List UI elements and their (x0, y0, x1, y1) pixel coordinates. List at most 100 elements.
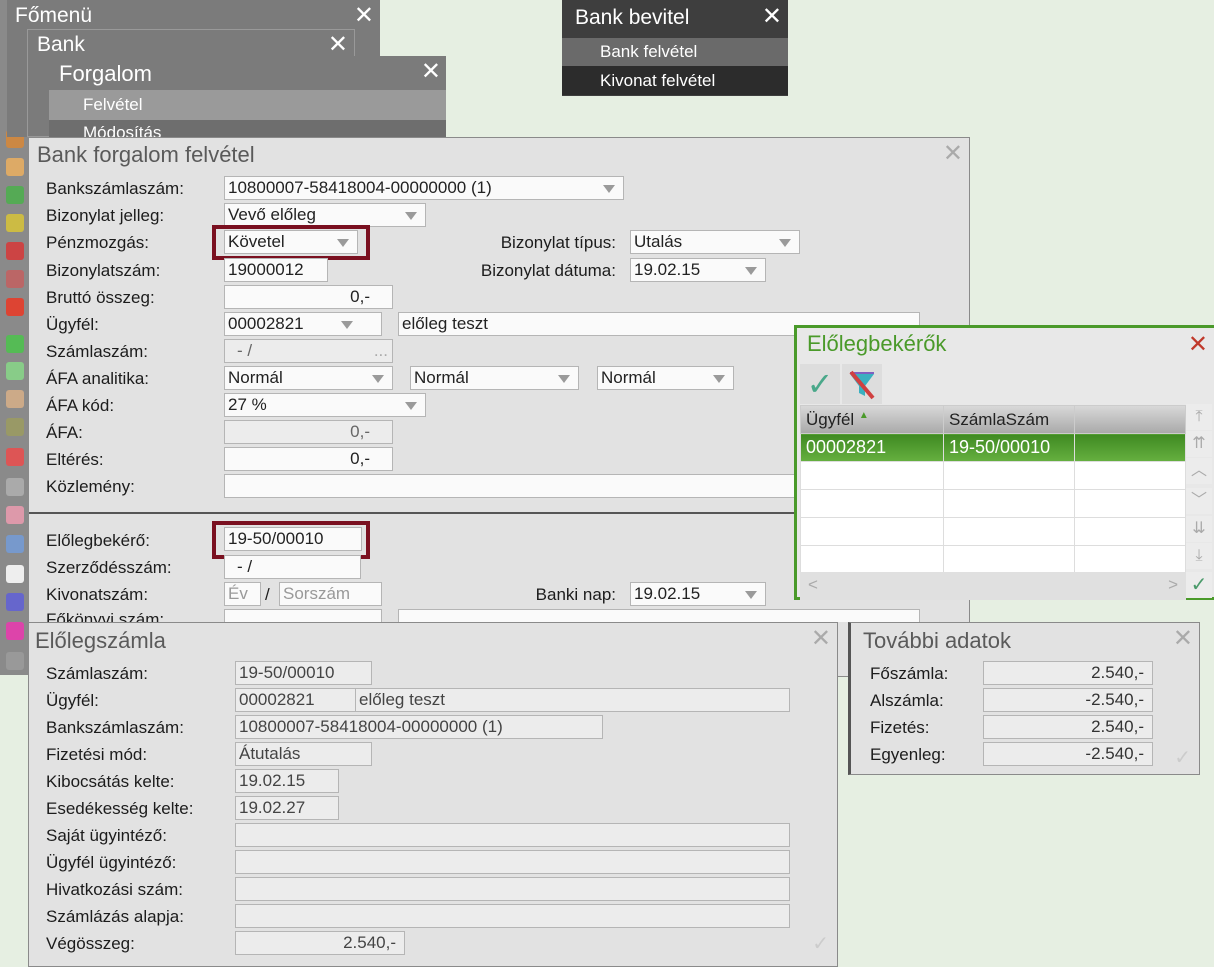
paper-icon[interactable] (6, 565, 24, 583)
register-icon[interactable] (6, 418, 24, 436)
chevron-down-icon (372, 375, 384, 383)
forgalom-title: Forgalom (59, 61, 152, 86)
label-szerzodes: Szerződésszám: (46, 558, 172, 577)
szamlaszam-input[interactable]: - /... (224, 339, 393, 363)
value: Normál (601, 368, 656, 387)
elolegbekero-input[interactable]: 19-50/00010 (224, 527, 362, 551)
gear-icon[interactable] (6, 652, 24, 670)
fokonyv-name-select[interactable] (398, 609, 920, 622)
document-icon[interactable] (6, 270, 24, 288)
header-label: Ügyfél (806, 409, 855, 429)
afa-analitika-select-1[interactable]: Normál (224, 366, 393, 390)
bankszamla-select[interactable]: 10800007-58418004-00000000 (1) (224, 176, 624, 200)
popup-title: Előlegbekérők (807, 331, 947, 356)
horizontal-scrollbar[interactable]: < > (800, 572, 1186, 600)
field-value: 19-50/00010 (235, 661, 372, 685)
field-value: 2.540,- (235, 931, 405, 955)
field-label: Végösszeg: (46, 934, 135, 953)
cube-icon[interactable] (6, 242, 24, 260)
field-value: 2.540,- (983, 661, 1153, 685)
kivonat-sorszam-input[interactable]: Sorszám (279, 582, 382, 606)
banki-nap-select[interactable]: 19.02.15 (630, 582, 766, 606)
table-row[interactable] (800, 517, 1186, 546)
column-empty (1074, 405, 1186, 434)
table-row[interactable] (800, 545, 1186, 574)
confirm-icon[interactable]: ✓ (1186, 572, 1212, 598)
close-icon[interactable]: ✕ (1173, 627, 1193, 651)
close-icon[interactable]: ✕ (762, 5, 782, 29)
tipus-select[interactable]: Utalás (630, 230, 800, 254)
people-icon[interactable] (6, 506, 24, 524)
field-label: Főszámla: (870, 664, 949, 683)
table-row[interactable]: 00002821 19-50/00010 (800, 433, 1186, 462)
page-up-icon[interactable]: ⇈ (1186, 431, 1212, 457)
package-icon[interactable] (6, 622, 24, 640)
kivonat-ev-input[interactable]: Év (224, 582, 261, 606)
menu-item-kivonat-felvetel[interactable]: Kivonat felvétel (562, 66, 788, 95)
scroll-up-icon[interactable]: ︿ (1186, 458, 1212, 484)
close-icon[interactable]: ✕ (943, 142, 963, 166)
more-button[interactable]: ... (374, 340, 388, 362)
scroll-top-icon[interactable]: ⤒ (1186, 404, 1212, 430)
clear-filter-icon[interactable] (842, 364, 882, 404)
table-row[interactable] (800, 489, 1186, 518)
image-icon[interactable] (6, 362, 24, 380)
afa-kod-select[interactable]: 27 % (224, 393, 426, 417)
table-cell (943, 489, 1075, 518)
scroll-bottom-icon[interactable]: ⤓ (1186, 543, 1212, 569)
house-icon[interactable] (6, 448, 24, 466)
elteres-input[interactable]: 0,- (224, 447, 393, 471)
value: 10800007-58418004-00000000 (1) (228, 178, 492, 197)
elolegbekerok-popup: Előlegbekérők ✕ ✓ Ügyfél ▲ SzámlaSzám 00… (794, 325, 1214, 600)
close-icon[interactable]: ✕ (354, 4, 374, 28)
table-cell (1074, 461, 1186, 490)
afa-analitika-select-3[interactable]: Normál (597, 366, 734, 390)
page-down-icon[interactable]: ⇊ (1186, 516, 1212, 542)
warehouse-icon[interactable] (6, 478, 24, 496)
menu-item-felvetel[interactable]: Felvétel (49, 90, 446, 120)
table-row[interactable] (800, 461, 1186, 490)
scroll-down-icon[interactable]: ﹀ (1186, 488, 1212, 514)
box-icon[interactable] (6, 390, 24, 408)
coins-icon[interactable] (6, 214, 24, 232)
value: Vevő előleg (228, 205, 316, 224)
column-szamlaszam[interactable]: SzámlaSzám (943, 405, 1075, 434)
panel-title: Előlegszámla (35, 628, 166, 653)
tools-icon[interactable] (6, 535, 24, 553)
forgalom-window: Forgalom ✕ Felvétel Módosítás (49, 56, 446, 140)
cart-icon[interactable] (6, 158, 24, 176)
chevron-down-icon (745, 591, 757, 599)
datum-select[interactable]: 19.02.15 (630, 258, 766, 282)
table-cell (1074, 517, 1186, 546)
chevron-down-icon (337, 239, 349, 247)
panel-title: További adatok (863, 628, 1011, 653)
table-cell (800, 545, 944, 574)
szerzodes-input[interactable]: - / (224, 555, 361, 579)
table-cell (800, 517, 944, 546)
scroll-right-icon[interactable]: > (1168, 575, 1178, 595)
fokonyv-select[interactable] (224, 609, 382, 622)
bizszam-input[interactable]: 19000012 (224, 258, 328, 282)
menu-item-bank-felvetel[interactable]: Bank felvétel (562, 38, 788, 66)
close-icon[interactable]: ✕ (421, 60, 441, 84)
afa-analitika-select-2[interactable]: Normál (410, 366, 579, 390)
column-ugyfel[interactable]: Ügyfél ▲ (800, 405, 944, 434)
ugyfel-code-select[interactable]: 00002821 (224, 312, 382, 336)
close-icon[interactable]: ✕ (328, 33, 348, 57)
close-icon[interactable]: ✕ (1188, 330, 1208, 359)
elolegszamla-panel: Előlegszámla ✕ ✓ Számlaszám: 19-50/00010 Ü… (28, 622, 838, 967)
chart-icon[interactable] (6, 335, 24, 353)
field-value (235, 877, 790, 901)
label-kivonat: Kivonatszám: (46, 585, 149, 604)
close-icon[interactable]: ✕ (811, 627, 831, 651)
money-icon[interactable] (6, 186, 24, 204)
jelleg-select[interactable]: Vevő előleg (224, 203, 426, 227)
field-value (235, 850, 790, 874)
label-afa-kod: ÁFA kód: (46, 396, 115, 415)
accept-icon[interactable]: ✓ (800, 364, 840, 404)
penzmozgas-select[interactable]: Követel (224, 230, 358, 254)
truck-icon[interactable] (6, 593, 24, 611)
scroll-left-icon[interactable]: < (808, 575, 818, 595)
brutto-input[interactable]: 0,- (224, 285, 393, 309)
book-icon[interactable] (6, 298, 24, 316)
